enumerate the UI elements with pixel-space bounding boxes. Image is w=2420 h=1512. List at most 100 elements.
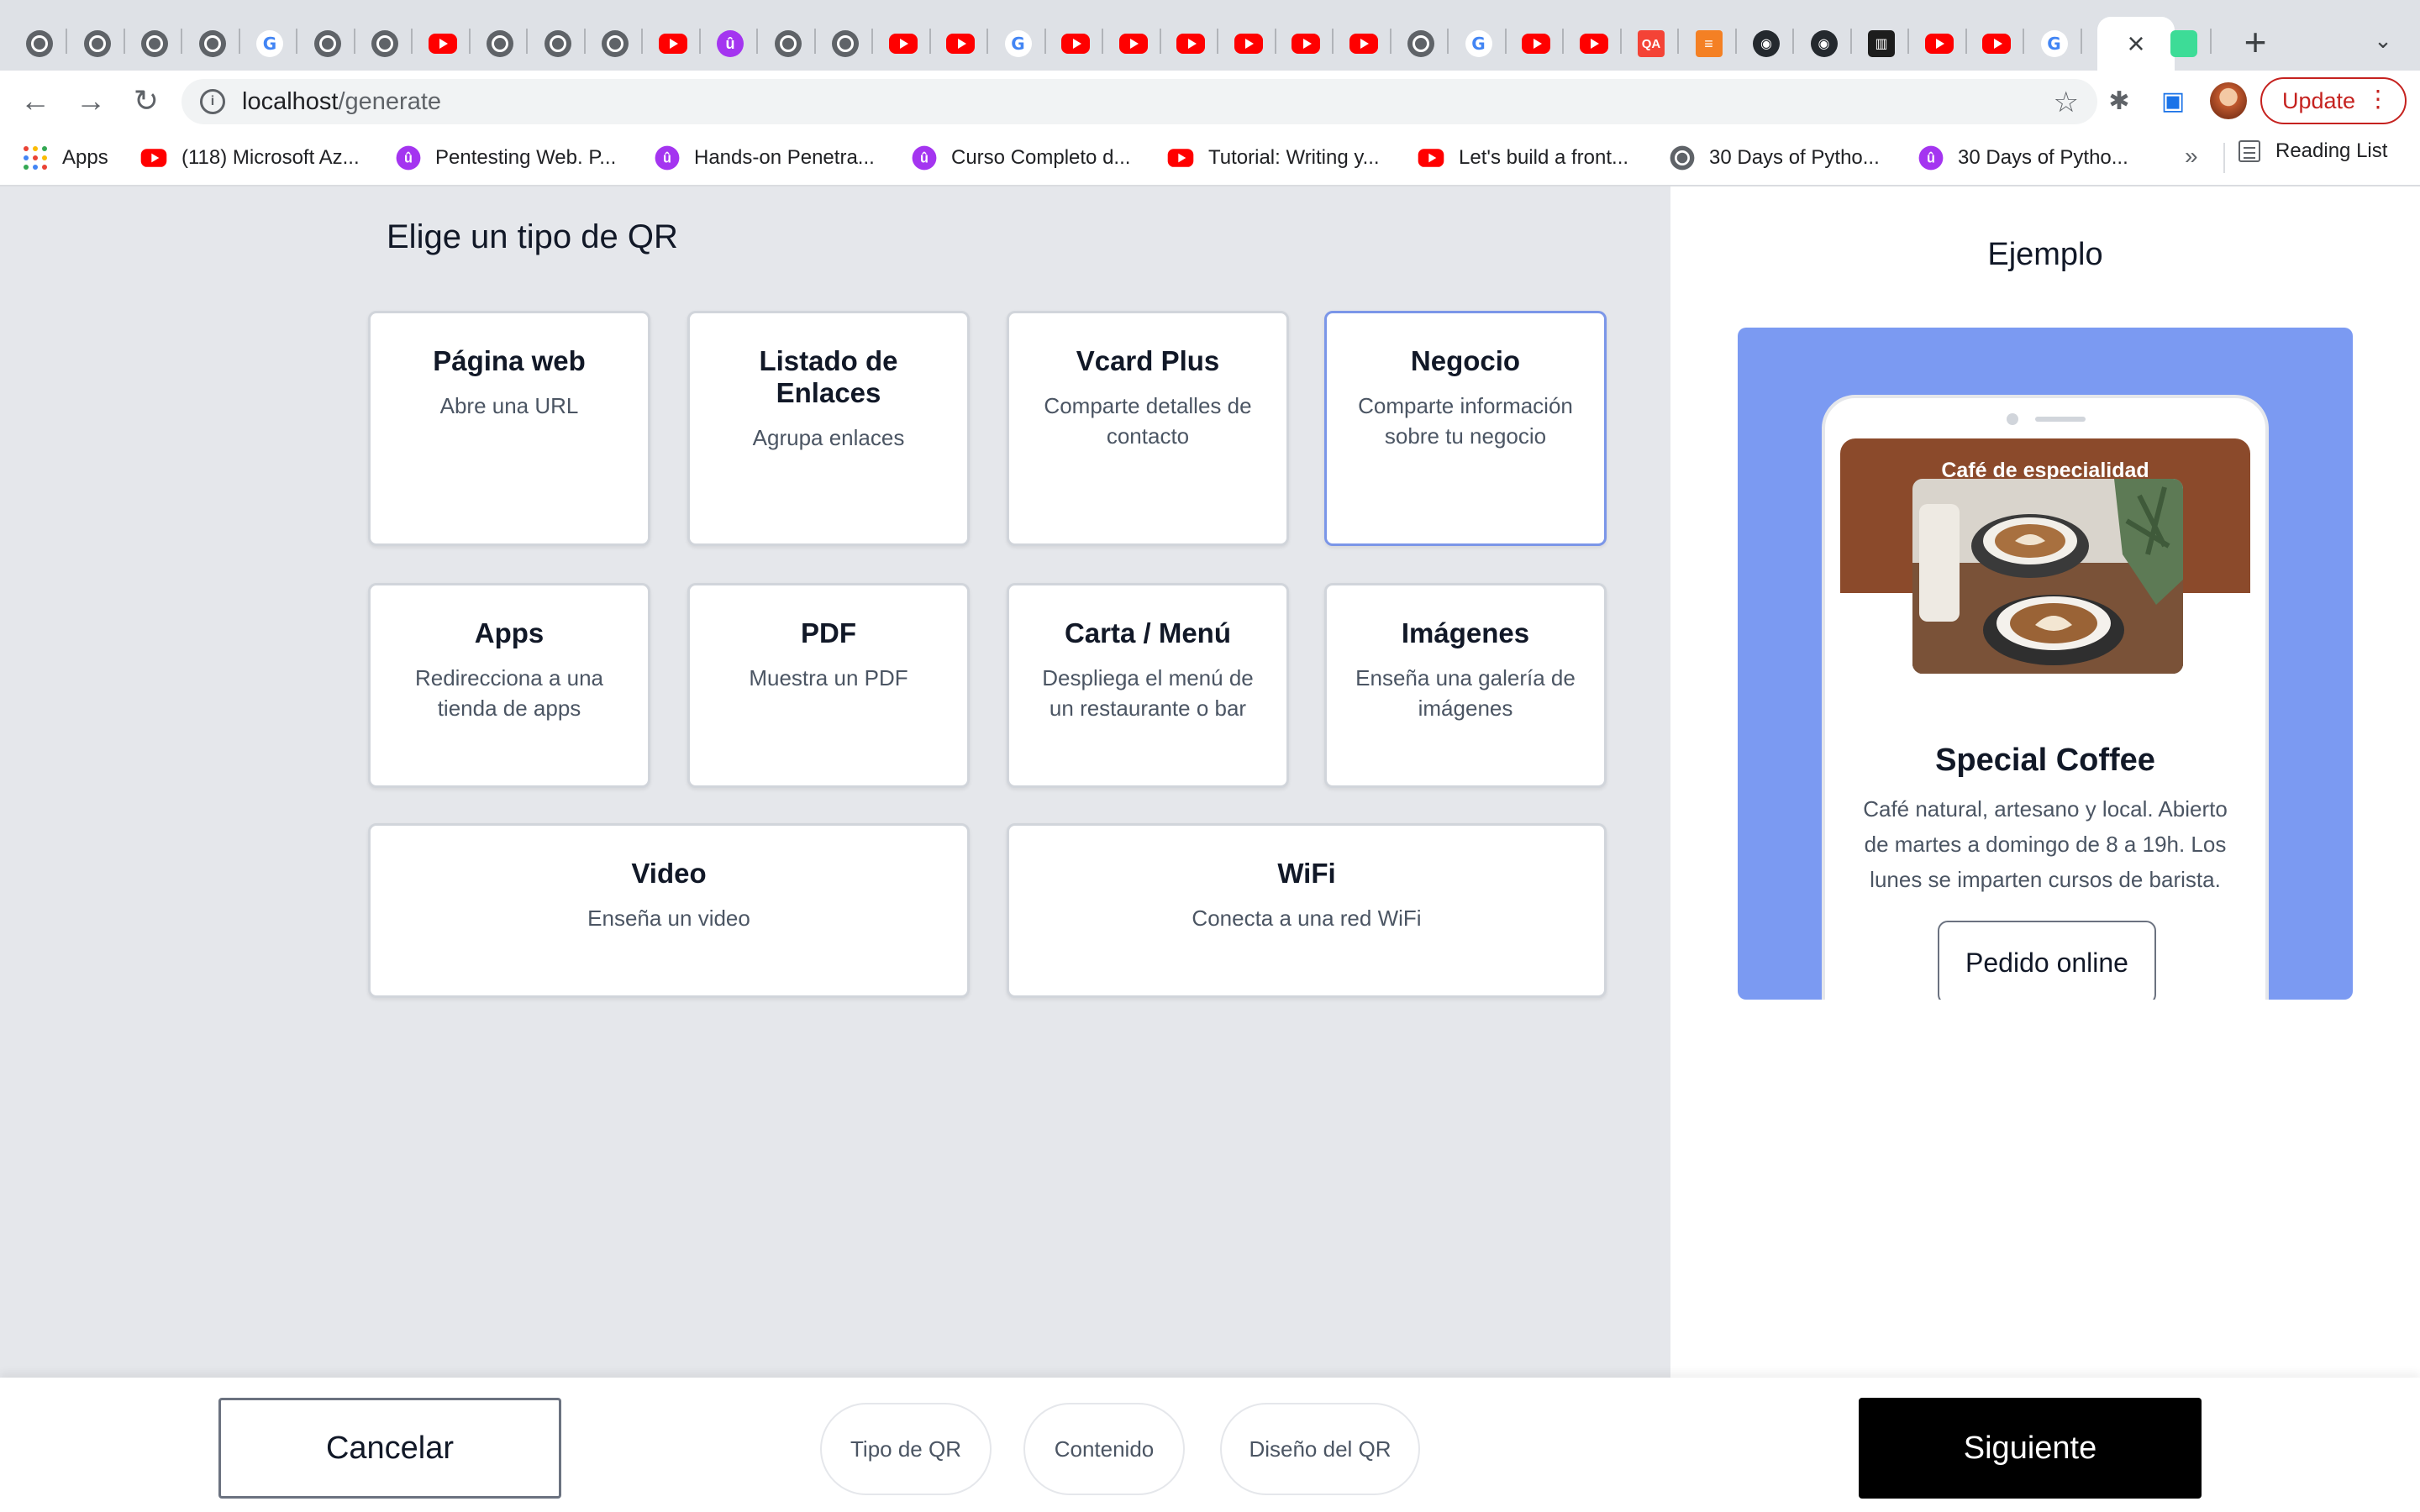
browser-tab[interactable]: G <box>242 17 297 71</box>
browser-tab[interactable] <box>1221 17 1276 71</box>
youtube-icon <box>888 34 918 54</box>
browser-tab[interactable] <box>12 17 67 71</box>
browser-tab[interactable] <box>357 17 413 71</box>
forward-arrow-icon[interactable]: → <box>67 77 114 124</box>
tab-separator <box>641 29 643 54</box>
browser-tab[interactable] <box>127 17 182 71</box>
globe-icon <box>83 30 111 57</box>
tab-separator <box>2023 29 2024 54</box>
browser-tab[interactable]: ◉ <box>1797 17 1852 71</box>
browser-tab[interactable] <box>587 17 643 71</box>
tab-separator <box>1562 29 1564 54</box>
update-label: Update <box>2282 87 2356 113</box>
browser-tab[interactable]: QA <box>1623 17 1679 71</box>
browser-tab[interactable] <box>876 17 931 71</box>
bookmark-label: Curso Completo d... <box>951 146 1131 169</box>
step-tipo-de-qr[interactable]: Tipo de QR <box>820 1403 992 1495</box>
cancel-button[interactable]: Cancelar <box>218 1398 561 1499</box>
browser-tab[interactable]: ◉ <box>1739 17 1794 71</box>
browser-tab[interactable]: ≡ <box>1681 17 1737 71</box>
browser-tab[interactable] <box>1566 17 1622 71</box>
browser-tab[interactable] <box>1393 17 1449 71</box>
globe-icon <box>602 30 629 57</box>
bookmark-star-icon[interactable]: ☆ <box>2054 86 2079 119</box>
tab-separator <box>871 29 873 54</box>
browser-tab[interactable] <box>1336 17 1392 71</box>
qr-type-card[interactable]: Vcard Plus Comparte detalles de contacto <box>1007 311 1289 546</box>
back-arrow-icon[interactable]: ← <box>12 77 59 124</box>
browser-tab[interactable] <box>933 17 988 71</box>
globe-icon <box>832 30 859 57</box>
bookmark-item[interactable]: (118) Microsoft Az... <box>139 139 360 176</box>
example-preview: Café de especialidad Special Coffee Café… <box>1738 328 2353 1000</box>
qr-type-card[interactable]: Video Enseña un video <box>368 823 970 998</box>
browser-tab[interactable] <box>760 17 816 71</box>
bookmark-item[interactable]: û Curso Completo d... <box>911 139 1130 176</box>
browser-tab[interactable] <box>2156 17 2212 71</box>
qr-type-card[interactable]: Carta / Menú Despliega el menú de un rest… <box>1007 583 1289 788</box>
next-button[interactable]: Siguiente <box>1859 1398 2202 1499</box>
qr-type-card[interactable]: Apps Redirecciona a una tienda de apps <box>368 583 650 788</box>
qr-type-card[interactable]: Listado de Enlaces Agrupa enlaces <box>687 311 970 546</box>
browser-tab[interactable] <box>70 17 125 71</box>
browser-tab[interactable] <box>1278 17 1334 71</box>
browser-tab[interactable] <box>645 17 701 71</box>
browser-tab[interactable] <box>472 17 528 71</box>
profile-avatar[interactable] <box>2210 82 2247 119</box>
browser-tab[interactable] <box>1106 17 1161 71</box>
tab-separator <box>411 29 413 54</box>
qr-type-panel: Elige un tipo de QR Página web Abre una U… <box>0 186 1670 1378</box>
browser-tab[interactable] <box>1163 17 1218 71</box>
step-contenido[interactable]: Contenido <box>1023 1403 1185 1495</box>
reading-list-button[interactable]: Reading List <box>2238 139 2387 163</box>
more-bookmarks-icon[interactable]: » <box>2185 143 2198 170</box>
tab-search-chevron-icon[interactable]: ⌄ <box>2366 24 2400 57</box>
coffee-photo <box>1912 479 2183 674</box>
reload-icon[interactable]: ↻ <box>123 77 170 124</box>
update-button[interactable]: Update ⋮ <box>2260 77 2407 124</box>
bookmark-item[interactable]: Apps <box>24 139 108 176</box>
browser-tab[interactable] <box>300 17 355 71</box>
browser-tab[interactable] <box>1969 17 2024 71</box>
browser-tab[interactable] <box>530 17 586 71</box>
bookmark-item[interactable]: Tutorial: Writing y... <box>1166 139 1380 176</box>
address-bar[interactable]: i localhost/generate ☆ <box>182 79 2097 124</box>
youtube-icon <box>1579 34 1608 54</box>
browser-tab[interactable] <box>1508 17 1564 71</box>
extensions-puzzle-icon[interactable]: ✱ <box>2101 82 2138 119</box>
qr-type-card[interactable]: Negocio Comparte información sobre tu neg… <box>1324 311 1607 546</box>
bookmark-item[interactable]: û 30 Days of Pytho... <box>1918 139 2128 176</box>
qr-type-card[interactable]: WiFi Conecta a una red WiFi <box>1007 823 1607 998</box>
browser-tab[interactable]: G <box>2027 17 2082 71</box>
youtube-icon <box>140 149 167 167</box>
step-diseno-del-qr[interactable]: Diseño del QR <box>1220 1403 1420 1495</box>
browser-tab[interactable] <box>1048 17 1103 71</box>
tab-separator <box>698 29 701 54</box>
browser-tab[interactable]: ▥ <box>1854 17 1909 71</box>
tab-separator <box>1677 29 1679 54</box>
browser-tab[interactable] <box>818 17 873 71</box>
bookmark-item[interactable]: 30 Days of Pytho... <box>1669 139 1880 176</box>
bookmark-item[interactable]: û Pentesting Web. P... <box>395 139 616 176</box>
site-info-icon[interactable]: i <box>200 89 225 114</box>
bookmark-item[interactable]: Let's build a front... <box>1417 139 1628 176</box>
close-tab-icon[interactable]: × <box>2127 29 2144 59</box>
tab-separator <box>353 29 355 54</box>
browser-tab[interactable] <box>415 17 471 71</box>
browser-tab[interactable]: û <box>702 17 758 71</box>
trello-icon: ▥ <box>1868 30 1895 57</box>
bookmark-item[interactable]: û Hands-on Penetra... <box>654 139 875 176</box>
globe-icon <box>487 30 513 57</box>
browser-tab[interactable] <box>185 17 240 71</box>
qr-type-card[interactable]: Página web Abre una URL <box>368 311 650 546</box>
menu-kebab-icon[interactable]: ⋮ <box>2366 87 2390 111</box>
globe-icon <box>141 30 168 57</box>
new-tab-button[interactable]: + <box>2232 18 2279 66</box>
cast-icon[interactable]: ▣ <box>2154 82 2191 119</box>
browser-tab[interactable] <box>1912 17 1967 71</box>
browser-tab[interactable]: G <box>991 17 1046 71</box>
qr-type-card[interactable]: Imágenes Enseña una galería de imágenes <box>1324 583 1607 788</box>
qr-type-card[interactable]: PDF Muestra un PDF <box>687 583 970 788</box>
bookmark-label: Let's build a front... <box>1459 146 1629 169</box>
browser-tab[interactable]: G <box>1451 17 1507 71</box>
